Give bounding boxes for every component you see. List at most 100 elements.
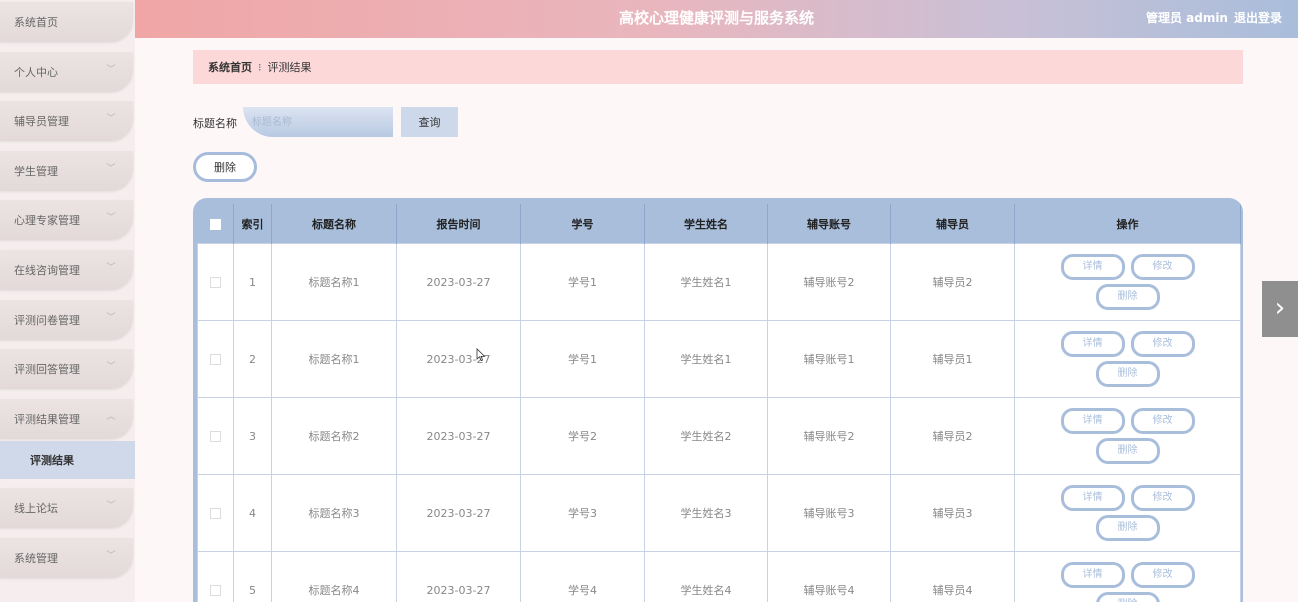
sidebar-item-label: 系统管理 xyxy=(14,552,58,565)
cell-index: 3 xyxy=(233,397,272,475)
sidebar-item-questionnaire-management[interactable]: 评测问卷管理 ﹀ xyxy=(0,300,133,340)
sidebar-item-expert-management[interactable]: 心理专家管理 ﹀ xyxy=(0,200,133,240)
query-button[interactable]: 查询 xyxy=(401,107,458,137)
sidebar-item-label: 心理专家管理 xyxy=(14,214,80,227)
sidebar-item-label: 辅导员管理 xyxy=(14,115,69,128)
cell-report-time: 2023-03-27 xyxy=(396,320,521,398)
cell-counselor: 辅导员1 xyxy=(890,320,1015,398)
sidebar-item-label: 学生管理 xyxy=(14,165,58,178)
sidebar-item-personal-center[interactable]: 个人中心 ﹀ xyxy=(0,52,133,92)
detail-button[interactable]: 详情 xyxy=(1060,408,1125,434)
cell-title: 标题名称2 xyxy=(271,397,397,475)
logout-link[interactable]: 退出登录 xyxy=(1234,11,1282,25)
sidebar-item-forum[interactable]: 线上论坛 ﹀ xyxy=(0,488,133,528)
detail-button[interactable]: 详情 xyxy=(1060,562,1125,588)
chevron-down-icon: ﹀ xyxy=(106,313,116,323)
sidebar-item-label: 在线咨询管理 xyxy=(14,264,80,277)
row-select-cell[interactable] xyxy=(197,243,234,321)
breadcrumb-current: 评测结果 xyxy=(267,61,312,74)
detail-button[interactable]: 详情 xyxy=(1060,254,1125,280)
cell-index: 1 xyxy=(233,243,272,321)
cell-counselor: 辅导员4 xyxy=(890,551,1015,602)
select-all-checkbox[interactable] xyxy=(209,218,221,230)
sidebar-item-label: 评测问卷管理 xyxy=(14,314,80,327)
chevron-up-icon: ︿ xyxy=(106,412,116,422)
edit-button[interactable]: 修改 xyxy=(1130,408,1195,434)
user-info: 管理员 admin 退出登录 xyxy=(1146,0,1282,36)
sidebar-item-home[interactable]: 系统首页 xyxy=(0,2,133,42)
row-checkbox[interactable] xyxy=(210,508,221,519)
cell-counselor: 辅导员2 xyxy=(890,397,1015,475)
search-input[interactable] xyxy=(243,107,393,137)
sidebar-item-result-management[interactable]: 评测结果管理 ︿ xyxy=(0,399,133,439)
chevron-down-icon: ﹀ xyxy=(106,114,116,124)
row-checkbox[interactable] xyxy=(210,277,221,288)
sidebar: 系统首页 个人中心 ﹀ 辅导员管理 ﹀ 学生管理 ﹀ 心理专家管理 ﹀ 在线咨询管理 ﹀ … xyxy=(0,0,135,602)
sidebar-item-consultation-management[interactable]: 在线咨询管理 ﹀ xyxy=(0,250,133,290)
cell-account: 辅导账号2 xyxy=(767,397,891,475)
cell-report-time: 2023-03-27 xyxy=(396,243,521,321)
column-header-index: 索引 xyxy=(233,204,272,244)
cell-report-time: 2023-03-27 xyxy=(396,551,521,602)
table-row: 1 标题名称1 2023-03-27 学号1 学生姓名1 辅导账号2 辅导员2 详情 修改 删除 xyxy=(197,243,1241,321)
row-delete-button[interactable]: 删除 xyxy=(1095,361,1160,387)
cell-student-name: 学生姓名4 xyxy=(644,551,768,602)
column-header-student-id: 学号 xyxy=(520,204,645,244)
app-title: 高校心理健康评测与服务系统 xyxy=(618,9,814,27)
mouse-cursor-icon xyxy=(476,348,486,362)
cell-report-time: 2023-03-27 xyxy=(396,397,521,475)
row-checkbox[interactable] xyxy=(210,431,221,442)
row-delete-button[interactable]: 删除 xyxy=(1095,284,1160,310)
batch-delete-button[interactable]: 删除 xyxy=(193,152,257,182)
sidebar-item-label: 评测结果管理 xyxy=(14,413,80,426)
cell-counselor: 辅导员2 xyxy=(890,243,1015,321)
sidebar-item-answer-management[interactable]: 评测回答管理 ﹀ xyxy=(0,349,133,389)
chevron-right-icon[interactable]: › xyxy=(1262,281,1298,337)
table-header-row: 索引 标题名称 报告时间 学号 学生姓名 辅导账号 辅导员 操作 xyxy=(197,204,1241,244)
cell-account: 辅导账号1 xyxy=(767,320,891,398)
row-select-cell[interactable] xyxy=(197,551,234,602)
cell-title: 标题名称1 xyxy=(271,320,397,398)
row-delete-button[interactable]: 删除 xyxy=(1095,438,1160,464)
chevron-down-icon: ﹀ xyxy=(106,551,116,561)
sidebar-item-label: 个人中心 xyxy=(14,66,58,79)
edit-button[interactable]: 修改 xyxy=(1130,331,1195,357)
edit-button[interactable]: 修改 xyxy=(1130,254,1195,280)
row-actions: 详情修改删除 xyxy=(1014,474,1241,552)
sidebar-item-counselor-management[interactable]: 辅导员管理 ﹀ xyxy=(0,101,133,141)
sidebar-subitem-results[interactable]: 评测结果 xyxy=(0,441,135,479)
column-header-title: 标题名称 xyxy=(271,204,397,244)
row-checkbox[interactable] xyxy=(210,354,221,365)
cell-account: 辅导账号4 xyxy=(767,551,891,602)
detail-button[interactable]: 详情 xyxy=(1060,485,1125,511)
edit-button[interactable]: 修改 xyxy=(1130,562,1195,588)
select-all-cell[interactable] xyxy=(197,204,234,244)
row-delete-button[interactable]: 删除 xyxy=(1095,515,1160,541)
column-header-time: 报告时间 xyxy=(396,204,521,244)
top-header: 高校心理健康评测与服务系统 管理员 admin 退出登录 xyxy=(135,0,1298,38)
sidebar-item-label: 系统首页 xyxy=(14,16,58,29)
sidebar-item-system-management[interactable]: 系统管理 ﹀ xyxy=(0,538,133,578)
sidebar-item-student-management[interactable]: 学生管理 ﹀ xyxy=(0,151,133,191)
table-row: 2 标题名称1 2023-03-27 学号1 学生姓名1 辅导账号1 辅导员1 详情 修改 删除 xyxy=(197,320,1241,398)
cell-student-id: 学号3 xyxy=(520,474,645,552)
column-header-counselor: 辅导员 xyxy=(890,204,1015,244)
table-row: 5标题名称42023-03-27学号4学生姓名4辅导账号4辅导员4详情修改删除 xyxy=(197,551,1241,602)
chevron-down-icon: ﹀ xyxy=(106,362,116,372)
chevron-down-icon: ﹀ xyxy=(106,213,116,223)
row-actions: 详情修改删除 xyxy=(1014,397,1241,475)
row-delete-button[interactable]: 删除 xyxy=(1095,592,1160,602)
breadcrumb-home[interactable]: 系统首页 xyxy=(208,59,252,75)
column-header-actions: 操作 xyxy=(1014,204,1241,244)
row-select-cell[interactable] xyxy=(197,474,234,552)
detail-button[interactable]: 详情 xyxy=(1060,331,1125,357)
row-select-cell[interactable] xyxy=(197,320,234,398)
row-checkbox[interactable] xyxy=(210,585,221,596)
row-actions: 详情修改删除 xyxy=(1014,243,1241,321)
cell-index: 4 xyxy=(233,474,272,552)
column-header-account: 辅导账号 xyxy=(767,204,891,244)
edit-button[interactable]: 修改 xyxy=(1130,485,1195,511)
row-select-cell[interactable] xyxy=(197,397,234,475)
breadcrumb-separator-icon: ⁝ xyxy=(258,60,262,74)
search-label: 标题名称 xyxy=(193,117,237,130)
